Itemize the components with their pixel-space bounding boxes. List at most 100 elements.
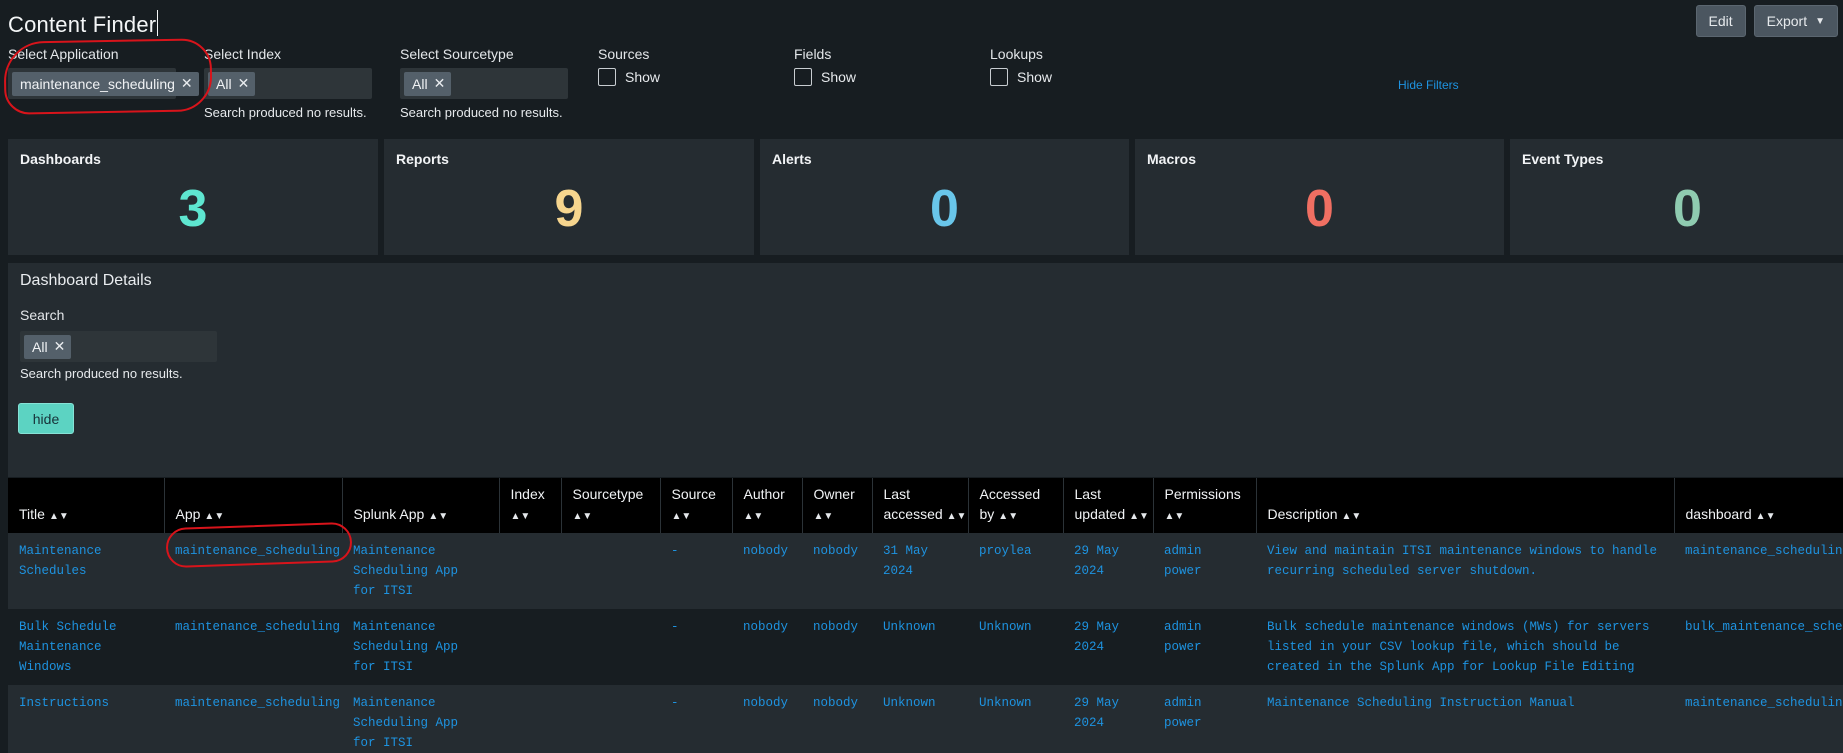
sort-icon[interactable]: ▲▼ — [672, 511, 692, 522]
cell-permissions[interactable]: admin power — [1153, 533, 1256, 609]
fields-show-checkbox[interactable]: Show — [794, 68, 856, 86]
cell-index[interactable] — [499, 533, 561, 609]
column-header-description[interactable]: Description ▲▼ — [1255, 478, 1674, 533]
card-reports[interactable]: Reports 9 — [384, 139, 754, 255]
sort-icon[interactable]: ▲▼ — [573, 511, 593, 522]
hide-button[interactable]: hide — [18, 403, 74, 434]
cell-last-updated[interactable]: 29 May 2024 — [1063, 609, 1153, 685]
edit-button[interactable]: Edit — [1695, 5, 1746, 37]
cell-splunk-app[interactable]: Maintenance Scheduling App for ITSI — [342, 685, 499, 753]
export-button[interactable]: Export ▼ — [1753, 5, 1838, 37]
cell-title[interactable]: Maintenance Schedules — [8, 533, 164, 609]
cell-splunk-app[interactable]: Maintenance Scheduling App for ITSI — [342, 609, 499, 685]
search-multiselect[interactable]: All ✕ — [20, 331, 217, 362]
cell-app[interactable]: maintenance_scheduling — [164, 609, 342, 685]
column-header-author[interactable]: Author ▲▼ — [731, 478, 802, 533]
cell-dashboard[interactable]: maintenance_scheduling_instructions — [1674, 685, 1843, 753]
search-chip[interactable]: All ✕ — [24, 334, 72, 359]
cell-last-updated[interactable]: 29 May 2024 — [1063, 685, 1153, 753]
cell-index[interactable] — [499, 609, 561, 685]
sourcetype-chip[interactable]: All ✕ — [404, 71, 452, 96]
cell-author[interactable]: nobody — [732, 609, 802, 685]
sort-icon[interactable]: ▲▼ — [1129, 511, 1149, 522]
sourcetype-multiselect[interactable]: All ✕ — [400, 68, 568, 99]
column-header-index[interactable]: Index ▲▼ — [498, 478, 561, 533]
card-event-types[interactable]: Event Types 0 — [1510, 139, 1843, 255]
cell-description[interactable]: Bulk schedule maintenance windows (MWs) … — [1256, 609, 1674, 685]
column-header-accessed-by[interactable]: Accessed by ▲▼ — [967, 478, 1063, 533]
hide-filters-link[interactable]: Hide Filters — [1398, 78, 1459, 92]
checkbox-box[interactable] — [990, 68, 1008, 86]
cell-source[interactable]: - — [660, 685, 732, 753]
column-header-permissions[interactable]: Permissions ▲▼ — [1152, 478, 1256, 533]
cell-last-accessed[interactable]: Unknown — [872, 685, 968, 753]
cell-permissions[interactable]: admin power — [1153, 609, 1256, 685]
card-alerts[interactable]: Alerts 0 — [760, 139, 1129, 255]
checkbox-box[interactable] — [794, 68, 812, 86]
cell-owner[interactable]: nobody — [802, 685, 872, 753]
cell-dashboard[interactable]: bulk_maintenance_scheduling — [1674, 609, 1843, 685]
sort-icon[interactable]: ▲▼ — [428, 511, 448, 522]
sort-icon[interactable]: ▲▼ — [998, 511, 1018, 522]
lookups-show-checkbox[interactable]: Show — [990, 68, 1052, 86]
sort-icon[interactable]: ▲▼ — [1756, 511, 1776, 522]
column-header-source[interactable]: Source ▲▼ — [659, 478, 732, 533]
column-header-title[interactable]: Title ▲▼ — [8, 478, 164, 533]
cell-description[interactable]: Maintenance Scheduling Instruction Manua… — [1256, 685, 1674, 753]
column-header-splunk-app[interactable]: Splunk App ▲▼ — [341, 478, 499, 533]
cell-title[interactable]: Instructions — [8, 685, 164, 753]
cell-title[interactable]: Bulk Schedule Maintenance Windows — [8, 609, 164, 685]
application-multiselect[interactable]: maintenance_scheduling ✕ — [8, 68, 199, 99]
cell-author[interactable]: nobody — [732, 685, 802, 753]
application-chip[interactable]: maintenance_scheduling ✕ — [12, 71, 199, 96]
page-title[interactable]: Content Finder — [8, 10, 159, 38]
sort-icon[interactable]: ▲▼ — [814, 511, 834, 522]
column-header-last-accessed[interactable]: Last accessed ▲▼ — [871, 478, 968, 533]
cell-last-accessed[interactable]: Unknown — [872, 609, 968, 685]
sourcetype-no-results: Search produced no results. — [400, 105, 563, 120]
sort-icon[interactable]: ▲▼ — [1165, 511, 1185, 522]
cell-owner[interactable]: nobody — [802, 609, 872, 685]
cell-accessed-by[interactable]: proylea — [968, 533, 1063, 609]
sort-icon[interactable]: ▲▼ — [947, 511, 967, 522]
column-header-last-updated[interactable]: Last updated ▲▼ — [1062, 478, 1153, 533]
card-dashboards[interactable]: Dashboards 3 — [8, 139, 378, 255]
cell-author[interactable]: nobody — [732, 533, 802, 609]
header-line1: Owner — [813, 486, 855, 502]
remove-icon[interactable]: ✕ — [54, 338, 66, 355]
cell-accessed-by[interactable]: Unknown — [968, 685, 1063, 753]
sort-icon[interactable]: ▲▼ — [511, 511, 531, 522]
cell-owner[interactable]: nobody — [802, 533, 872, 609]
cell-sourcetype[interactable] — [561, 533, 660, 609]
sources-show-checkbox[interactable]: Show — [598, 68, 660, 86]
sort-icon[interactable]: ▲▼ — [204, 511, 224, 522]
remove-icon[interactable]: ✕ — [181, 75, 193, 92]
cell-source[interactable]: - — [660, 609, 732, 685]
cell-source[interactable]: - — [660, 533, 732, 609]
column-header-sourcetype[interactable]: Sourcetype ▲▼ — [560, 478, 660, 533]
cell-app[interactable]: maintenance_scheduling — [164, 533, 342, 609]
cell-accessed-by[interactable]: Unknown — [968, 609, 1063, 685]
cell-permissions[interactable]: admin power — [1153, 685, 1256, 753]
card-macros[interactable]: Macros 0 — [1135, 139, 1504, 255]
cell-app[interactable]: maintenance_scheduling — [164, 685, 342, 753]
cell-index[interactable] — [499, 685, 561, 753]
cell-description[interactable]: View and maintain ITSI maintenance windo… — [1256, 533, 1674, 609]
cell-sourcetype[interactable] — [561, 685, 660, 753]
cell-splunk-app[interactable]: Maintenance Scheduling App for ITSI — [342, 533, 499, 609]
index-chip[interactable]: All ✕ — [208, 71, 256, 96]
column-header-dashboard[interactable]: dashboard ▲▼ — [1673, 478, 1843, 533]
cell-last-updated[interactable]: 29 May 2024 — [1063, 533, 1153, 609]
column-header-app[interactable]: App ▲▼ — [163, 478, 342, 533]
sort-icon[interactable]: ▲▼ — [1342, 511, 1362, 522]
cell-last-accessed[interactable]: 31 May 2024 — [872, 533, 968, 609]
cell-sourcetype[interactable] — [561, 609, 660, 685]
column-header-owner[interactable]: Owner ▲▼ — [801, 478, 872, 533]
remove-icon[interactable]: ✕ — [238, 75, 250, 92]
index-multiselect[interactable]: All ✕ — [204, 68, 372, 99]
sort-icon[interactable]: ▲▼ — [744, 511, 764, 522]
remove-icon[interactable]: ✕ — [434, 75, 446, 92]
sort-icon[interactable]: ▲▼ — [49, 511, 69, 522]
checkbox-box[interactable] — [598, 68, 616, 86]
cell-dashboard[interactable]: maintenance_scheduling — [1674, 533, 1843, 609]
